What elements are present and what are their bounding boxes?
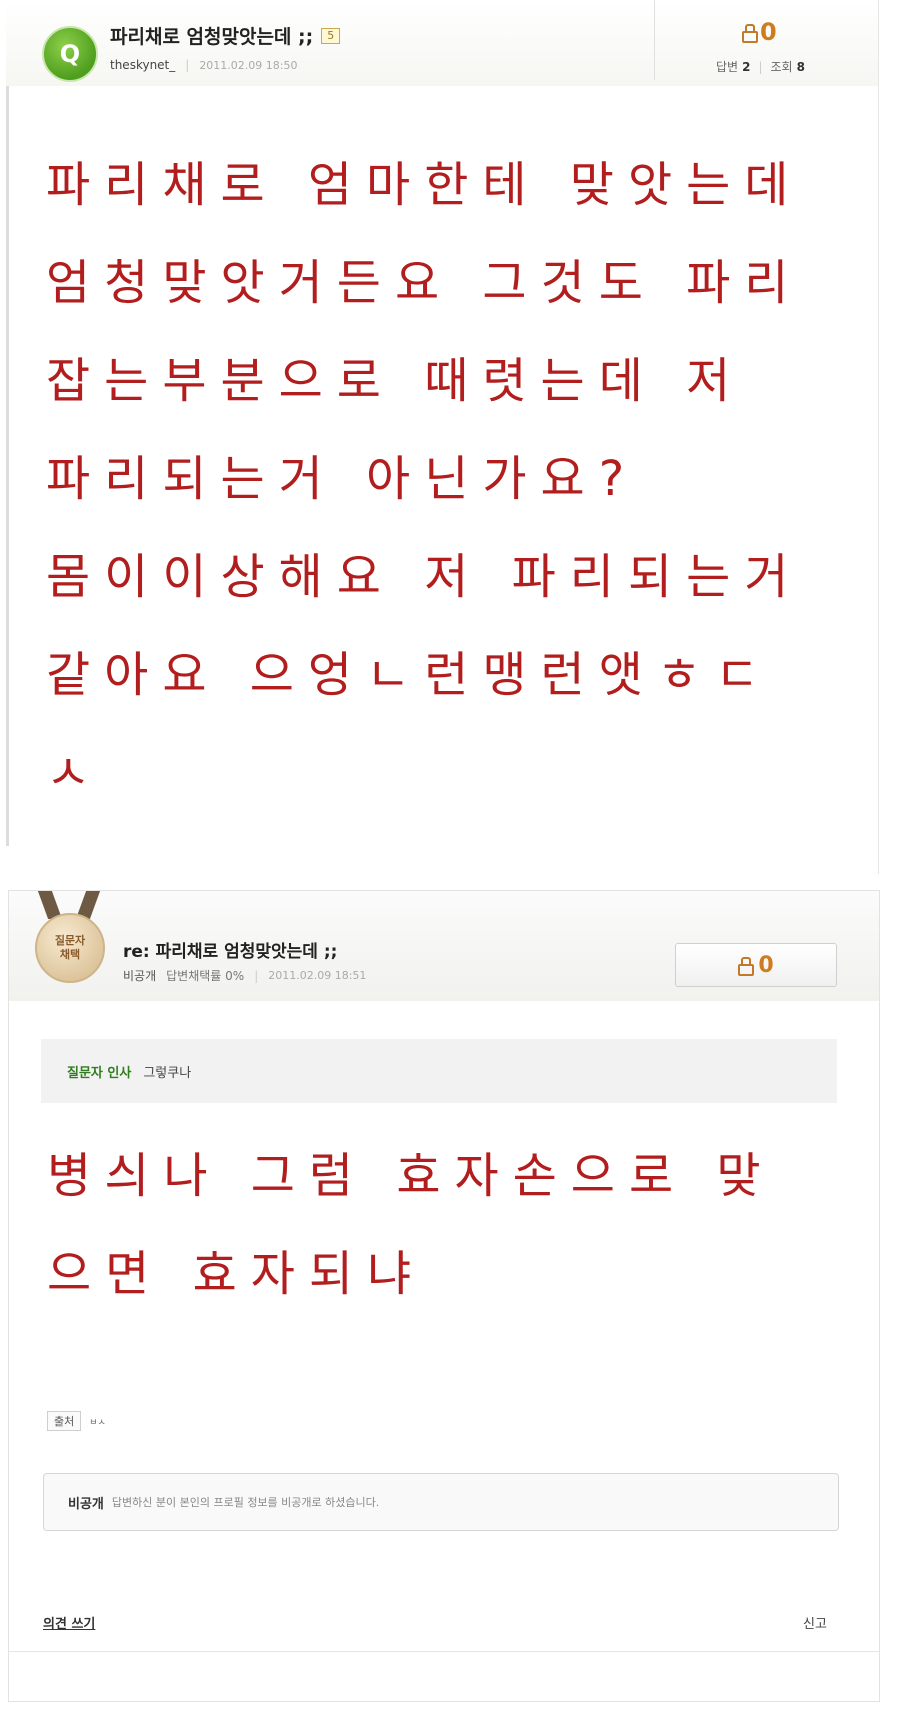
answer-recommend-button[interactable]: 0 [675,943,837,987]
answer-author: 비공개 [123,969,157,983]
privacy-text: 답변하신 분이 본인의 프로필 정보를 비공개로 하셨습니다. [111,1496,380,1509]
greeting-label: 질문자 인사 [67,1065,132,1081]
meta-separator: | [254,968,259,983]
views-count: 8 [796,59,805,74]
question-body-line: 파리채로 엄마한테 맞앗는데 [46,157,803,213]
answers-label: 답변 [716,60,739,74]
question-date: 2011.02.09 18:50 [199,58,298,72]
questioner-greeting: 질문자 인사 그렇쿠나 [41,1039,837,1103]
report-link[interactable]: 신고 [803,1613,827,1632]
meta-separator: | [185,58,190,72]
question-body-line: 잡는부분으로 때렷는데 저 [46,353,745,409]
question-title-row: 파리채로 엄청맞앗는데 ;; 5 [110,22,341,49]
answer-body-line: 병싀나 그럼 효자손으로 맞 [47,1148,775,1204]
answers-count: 2 [742,59,751,74]
thumbs-up-icon [738,957,755,976]
medal-line-1: 질문자 [54,934,86,947]
question-body-line: 엄청맞앗거든요 그것도 파리 [46,255,803,311]
question-meta: theskynet_ | 2011.02.09 18:50 [110,58,298,72]
question-body-line: 파리되는거 아닌가요? [46,451,639,507]
answer-adopt-rate: 답변채택률 0% [166,969,245,983]
answer-title: re: 파리채로 엄청맞앗는데 ;; [123,942,338,962]
question-body-line: ㅅ [46,745,105,801]
privacy-label: 비공개 [68,1496,104,1512]
answer-panel: 질문자 채택 re: 파리채로 엄청맞앗는데 ;; 비공개 답변채택률 0% |… [8,890,880,1702]
greeting-text: 그렇쿠나 [143,1065,192,1081]
answer-source: 출처 ㅂㅅ [47,1411,106,1431]
write-comment-link[interactable]: 의견 쓰기 [43,1613,95,1632]
medal-icon: 질문자 채택 [35,913,105,983]
question-body-line: 몸이이상해요 저 파리되는거 [46,549,803,605]
question-level-badge: 5 [321,27,341,44]
source-label: 출처 [47,1411,82,1431]
thumbs-up-icon [742,24,758,43]
answer-body: 병싀나 그럼 효자손으로 맞 으면 효자되냐 [47,1127,847,1323]
answer-meta: 비공개 답변채택률 0% | 2011.02.09 18:51 [123,967,366,984]
question-author[interactable]: theskynet_ [110,58,175,72]
answer-recommend-count: 0 [758,952,774,978]
question-recommend-count: 0 [760,18,777,46]
answer-body-line: 으면 효자되냐 [47,1246,426,1302]
question-body: 파리채로 엄마한테 맞앗는데 엄청맞앗거든요 그것도 파리 잡는부분으로 때렷는… [46,136,866,822]
header-divider [654,0,655,80]
question-left-border [6,86,9,846]
question-recommend[interactable]: 0 [742,18,777,46]
views-label: 조회 [770,60,793,74]
question-body-line: 같아요 으엉ㄴ런맹런앳ㅎㄷ [46,647,774,703]
stats-separator: | [758,59,763,74]
source-value: ㅂㅅ [89,1417,106,1428]
question-stats: 답변 2 | 조회 8 [716,58,805,75]
answer-bottom-divider [9,1651,879,1652]
medal-line-2: 채택 [59,948,81,961]
question-title: 파리채로 엄청맞앗는데 ;; [110,26,314,48]
question-badge-icon: Q [42,26,98,82]
privacy-notice: 비공개 답변하신 분이 본인의 프로필 정보를 비공개로 하셨습니다. [43,1473,839,1531]
answer-date: 2011.02.09 18:51 [268,969,367,982]
question-panel: Q 파리채로 엄청맞앗는데 ;; 5 theskynet_ | 2011.02.… [0,0,879,874]
